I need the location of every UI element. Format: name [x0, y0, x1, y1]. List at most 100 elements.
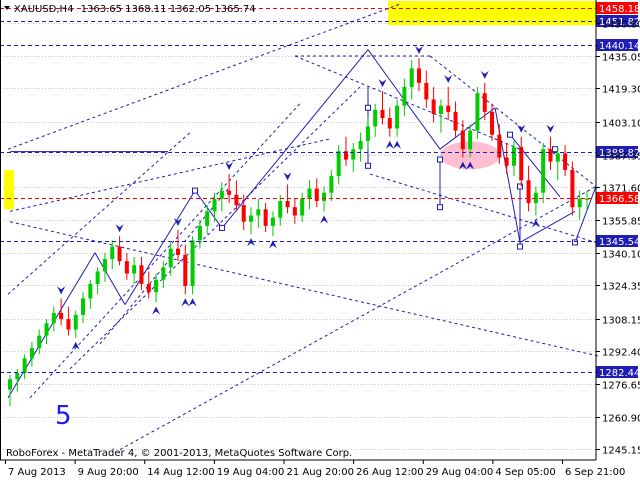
symbol-timeframe: XAUUSD,H4: [14, 4, 73, 15]
candle-body: [322, 192, 327, 201]
candle-body: [81, 298, 86, 315]
level-price-label: 1440.14: [599, 41, 640, 52]
candle-body: [373, 109, 378, 127]
candle-body: [241, 205, 246, 222]
candle-body: [424, 82, 429, 100]
chart-header: XAUUSD,H4 1363.65 1368.11 1362.05 1365.7…: [14, 4, 256, 15]
candle-body: [453, 111, 458, 131]
candle-body: [95, 271, 100, 284]
candle-body: [175, 248, 180, 255]
x-tick-label: 4 Sep 05:00: [495, 467, 555, 478]
anchor-square: [192, 187, 198, 194]
candle-body: [139, 265, 144, 284]
y-tick-label: 1245.15: [602, 446, 640, 457]
candle-body: [300, 198, 305, 216]
candle-body: [446, 105, 451, 112]
y-tick-label: 1340.10: [602, 250, 640, 261]
wave-label: 5: [55, 401, 72, 431]
candle-body: [117, 246, 122, 262]
candle-body: [475, 93, 480, 131]
candle-body: [168, 248, 173, 268]
x-tick-label: 9 Aug 20:00: [78, 467, 139, 478]
candle-body: [132, 265, 137, 274]
y-tick-label: 1387.35: [602, 152, 640, 163]
candle-body: [161, 267, 166, 280]
candle-body: [570, 169, 575, 208]
candle-body: [548, 149, 553, 162]
candle-body: [146, 283, 151, 293]
candle-body: [336, 151, 341, 177]
candle-body: [438, 105, 443, 114]
candle-body: [51, 312, 56, 324]
candle-body: [29, 348, 34, 359]
anchor-square: [552, 146, 558, 153]
candle-body: [402, 87, 407, 106]
candle-body: [555, 153, 560, 162]
candle-body: [468, 130, 473, 150]
candle-body: [526, 180, 531, 204]
candle-body: [278, 200, 283, 218]
candle-body: [497, 134, 502, 158]
candle-body: [44, 323, 49, 336]
candle-body: [59, 312, 64, 320]
y-tick-label: 1450.80: [602, 20, 640, 31]
candle-body: [7, 379, 13, 390]
y-tick-label: 1419.30: [602, 85, 640, 96]
candle-body: [504, 157, 509, 166]
y-tick-label: 1435.05: [602, 53, 640, 64]
x-tick-label: 29 Aug 04:00: [426, 467, 493, 478]
y-tick-label: 1324.35: [602, 282, 640, 293]
candle-body: [256, 209, 261, 216]
candle-body: [285, 200, 290, 208]
candle-body: [205, 211, 210, 226]
candle-body: [460, 130, 465, 150]
candle-body: [431, 99, 436, 114]
candle-body: [395, 105, 400, 129]
candle-body: [365, 126, 370, 141]
candle-body: [212, 198, 217, 212]
candle-body: [417, 68, 422, 83]
candle-body: [563, 153, 568, 170]
anchor-square: [572, 239, 578, 246]
level-price-label: 1366.58: [599, 194, 640, 205]
y-tick-label: 1355.85: [602, 217, 640, 228]
chart-background: [0, 0, 640, 480]
yellow-left-marker: [4, 169, 14, 210]
anchor-square: [365, 104, 371, 111]
footer-copyright: RoboForex - MetaTrader 4, © 2001-2013, M…: [6, 448, 352, 459]
candle-body: [22, 358, 27, 373]
candle-body: [227, 190, 232, 195]
x-tick-label: 21 Aug 20:00: [287, 467, 354, 478]
candle-body: [329, 176, 334, 193]
candle-body: [490, 111, 495, 135]
candle-body: [511, 147, 516, 166]
y-tick-label: 1276.65: [602, 381, 640, 392]
candle-body: [88, 283, 93, 299]
candle-body: [584, 198, 590, 200]
candle-body: [409, 68, 414, 88]
candle-body: [124, 261, 129, 274]
candle-body: [110, 246, 115, 260]
candle-body: [263, 209, 268, 226]
candle-body: [292, 207, 297, 216]
candle-body: [380, 109, 385, 119]
candle-body: [234, 194, 239, 206]
level-price-label: 1458.18: [599, 4, 640, 15]
candle-body: [102, 259, 107, 272]
ohlc-values: 1363.65 1368.11 1362.05 1365.74: [81, 4, 256, 15]
candle-body: [190, 240, 195, 286]
candle-body: [387, 118, 392, 129]
candle-body: [541, 149, 546, 193]
candle-body: [183, 254, 188, 286]
candle-body: [314, 188, 319, 201]
anchor-square: [437, 156, 443, 163]
x-tick-label: 26 Aug 12:00: [356, 467, 423, 478]
x-tick-label: 14 Aug 12:00: [147, 467, 214, 478]
price-chart[interactable]: 1458.181451.821440.141388.821366.581345.…: [0, 0, 640, 480]
candle-body: [351, 149, 356, 160]
candle-body: [270, 217, 275, 226]
candle-body: [197, 225, 202, 241]
anchor-square: [517, 243, 523, 250]
y-tick-label: 1292.40: [602, 348, 640, 359]
y-tick-label: 1371.60: [602, 184, 640, 195]
